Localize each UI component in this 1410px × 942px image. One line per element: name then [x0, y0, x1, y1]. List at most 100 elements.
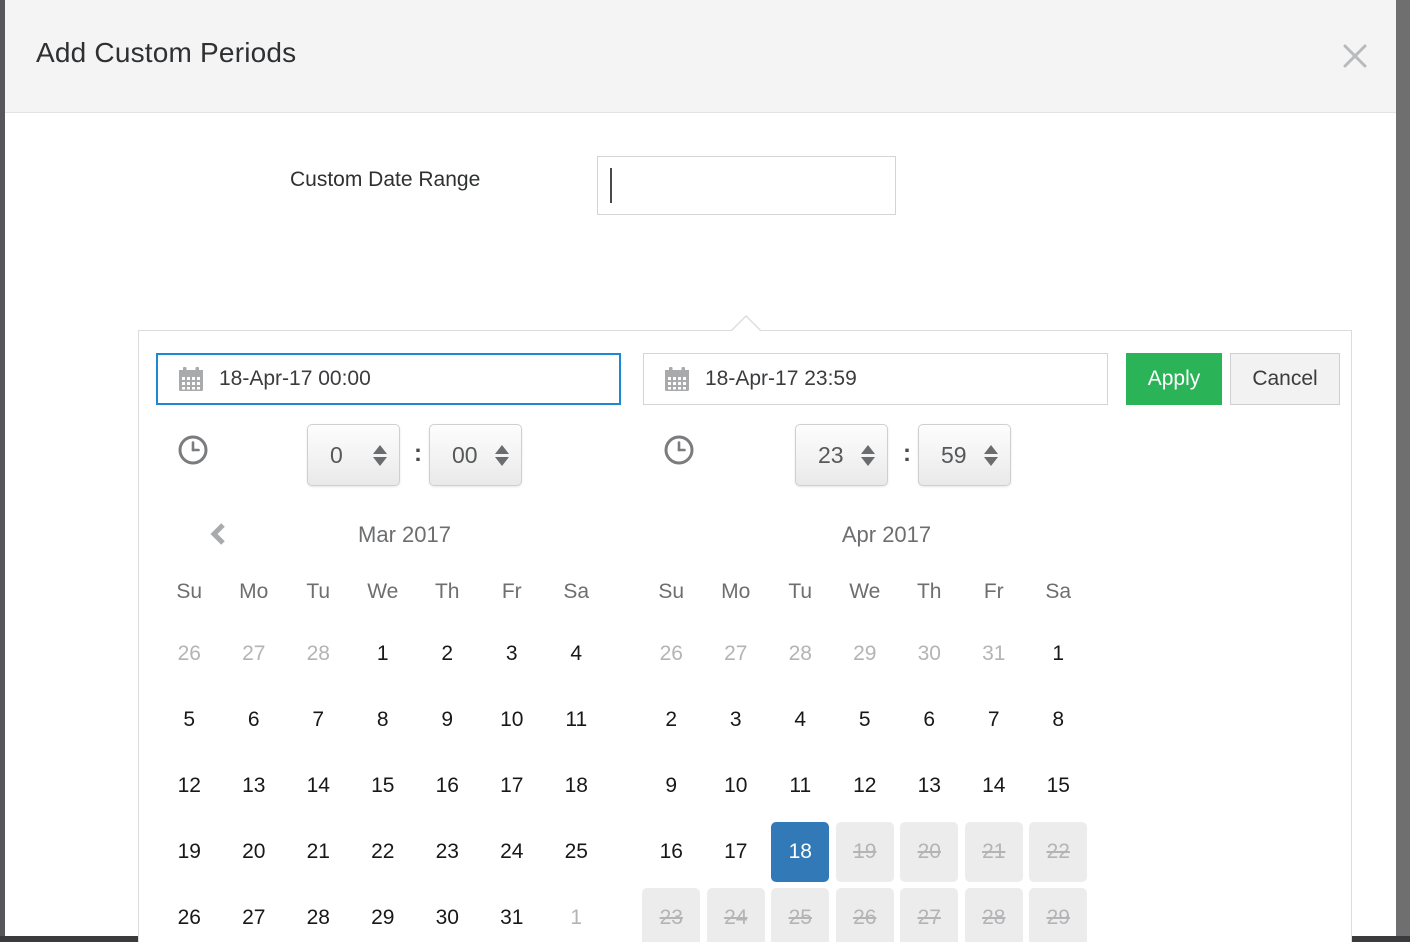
stepper-arrows[interactable]: [980, 445, 1010, 466]
calendar-day[interactable]: 8: [351, 687, 416, 753]
calendar-day[interactable]: 16: [415, 753, 480, 819]
calendar-day[interactable]: 4: [768, 687, 833, 753]
calendar-day[interactable]: 27: [222, 621, 287, 687]
weekday-label: Tu: [286, 563, 351, 621]
arrow-up-icon[interactable]: [861, 445, 875, 454]
calendar-day[interactable]: 3: [480, 621, 545, 687]
calendar-day[interactable]: 1: [544, 885, 609, 942]
calendar-day[interactable]: 22: [351, 819, 416, 885]
close-icon[interactable]: [1332, 33, 1378, 79]
calendar-day-label: 29: [1029, 888, 1087, 942]
calendar-day[interactable]: 16: [639, 819, 704, 885]
start-datetime-input[interactable]: 18-Apr-17 00:00: [156, 353, 621, 405]
calendar-day[interactable]: 3: [704, 687, 769, 753]
calendar-day[interactable]: 11: [768, 753, 833, 819]
calendar-day[interactable]: 2: [639, 687, 704, 753]
calendar-day[interactable]: 17: [480, 753, 545, 819]
calendar-day[interactable]: 12: [157, 753, 222, 819]
calendar-day[interactable]: 14: [286, 753, 351, 819]
calendar-day[interactable]: 31: [962, 621, 1027, 687]
calendar-day[interactable]: 18: [544, 753, 609, 819]
stepper-arrows[interactable]: [857, 445, 887, 466]
arrow-up-icon[interactable]: [373, 445, 387, 454]
calendar-day[interactable]: 13: [897, 753, 962, 819]
calendar-day-label: 23: [418, 822, 476, 882]
calendar-day-label: 6: [900, 690, 958, 750]
calendar-day-label: 9: [418, 690, 476, 750]
arrow-down-icon[interactable]: [984, 457, 998, 466]
calendar-day[interactable]: 7: [962, 687, 1027, 753]
calendar-day[interactable]: 19: [157, 819, 222, 885]
calendar-day[interactable]: 26: [157, 621, 222, 687]
calendar-day[interactable]: 21: [286, 819, 351, 885]
custom-date-range-field-row: Custom Date Range: [5, 156, 1396, 216]
calendar-day-label: 12: [836, 756, 894, 816]
calendar-day[interactable]: 5: [833, 687, 898, 753]
calendar-day[interactable]: 15: [351, 753, 416, 819]
weekday-label: We: [351, 563, 416, 621]
chevron-left-icon[interactable]: [205, 519, 233, 549]
calendar-day[interactable]: 14: [962, 753, 1027, 819]
weekday-header-row: SuMoTuWeThFrSa: [639, 563, 1134, 621]
end-minute-stepper[interactable]: 59: [918, 424, 1011, 486]
calendar-day[interactable]: 31: [480, 885, 545, 942]
calendar-day[interactable]: 23: [415, 819, 480, 885]
calendar-day[interactable]: 27: [704, 621, 769, 687]
calendar-day[interactable]: 4: [544, 621, 609, 687]
calendar-day[interactable]: 8: [1026, 687, 1091, 753]
arrow-down-icon[interactable]: [495, 457, 509, 466]
calendar-day[interactable]: 2: [415, 621, 480, 687]
cancel-button[interactable]: Cancel: [1230, 353, 1340, 405]
arrow-down-icon[interactable]: [373, 457, 387, 466]
calendar-day[interactable]: 1: [1026, 621, 1091, 687]
calendar-day[interactable]: 25: [544, 819, 609, 885]
calendar-day[interactable]: 10: [480, 687, 545, 753]
arrow-up-icon[interactable]: [984, 445, 998, 454]
arrow-up-icon[interactable]: [495, 445, 509, 454]
calendar-day-disabled: 28: [962, 885, 1027, 942]
calendar-day[interactable]: 24: [480, 819, 545, 885]
calendar-day[interactable]: 17: [704, 819, 769, 885]
calendar-day-label: 8: [1029, 690, 1087, 750]
start-hour-stepper[interactable]: 0: [307, 424, 400, 486]
calendar-day[interactable]: 7: [286, 687, 351, 753]
calendar-day[interactable]: 10: [704, 753, 769, 819]
calendar-day[interactable]: 30: [415, 885, 480, 942]
stepper-arrows[interactable]: [369, 445, 399, 466]
calendar-day-label: 21: [965, 822, 1023, 882]
calendar-day[interactable]: 26: [639, 621, 704, 687]
stepper-arrows[interactable]: [491, 445, 521, 466]
calendar-day-label: 24: [707, 888, 765, 942]
calendar-day[interactable]: 6: [897, 687, 962, 753]
calendar-day[interactable]: 26: [157, 885, 222, 942]
calendar-day[interactable]: 5: [157, 687, 222, 753]
calendar-day[interactable]: 28: [768, 621, 833, 687]
calendar-day[interactable]: 9: [639, 753, 704, 819]
calendar-day[interactable]: 12: [833, 753, 898, 819]
start-minute-stepper[interactable]: 00: [429, 424, 522, 486]
end-datetime-input[interactable]: 18-Apr-17 23:59: [643, 353, 1108, 405]
calendar-day[interactable]: 27: [222, 885, 287, 942]
arrow-down-icon[interactable]: [861, 457, 875, 466]
calendar-day-label: 26: [642, 624, 700, 684]
end-hour-stepper[interactable]: 23: [795, 424, 888, 486]
calendar-day[interactable]: 9: [415, 687, 480, 753]
calendar-day[interactable]: 15: [1026, 753, 1091, 819]
calendar-day[interactable]: 1: [351, 621, 416, 687]
calendar-day[interactable]: 28: [286, 621, 351, 687]
weekday-label: Sa: [1026, 563, 1091, 621]
calendar-day[interactable]: 30: [897, 621, 962, 687]
calendar-day[interactable]: 6: [222, 687, 287, 753]
calendar-day[interactable]: 29: [351, 885, 416, 942]
calendar-day[interactable]: 13: [222, 753, 287, 819]
calendar-day[interactable]: 11: [544, 687, 609, 753]
calendar-day-label: 8: [354, 690, 412, 750]
calendar-day[interactable]: 29: [833, 621, 898, 687]
calendar-day-selected[interactable]: 18: [768, 819, 833, 885]
calendar-day[interactable]: 20: [222, 819, 287, 885]
calendar-day[interactable]: 28: [286, 885, 351, 942]
weekday-label: Mo: [222, 563, 287, 621]
apply-button[interactable]: Apply: [1126, 353, 1222, 405]
custom-date-range-input[interactable]: [597, 156, 896, 215]
calendar-day-label: 30: [900, 624, 958, 684]
